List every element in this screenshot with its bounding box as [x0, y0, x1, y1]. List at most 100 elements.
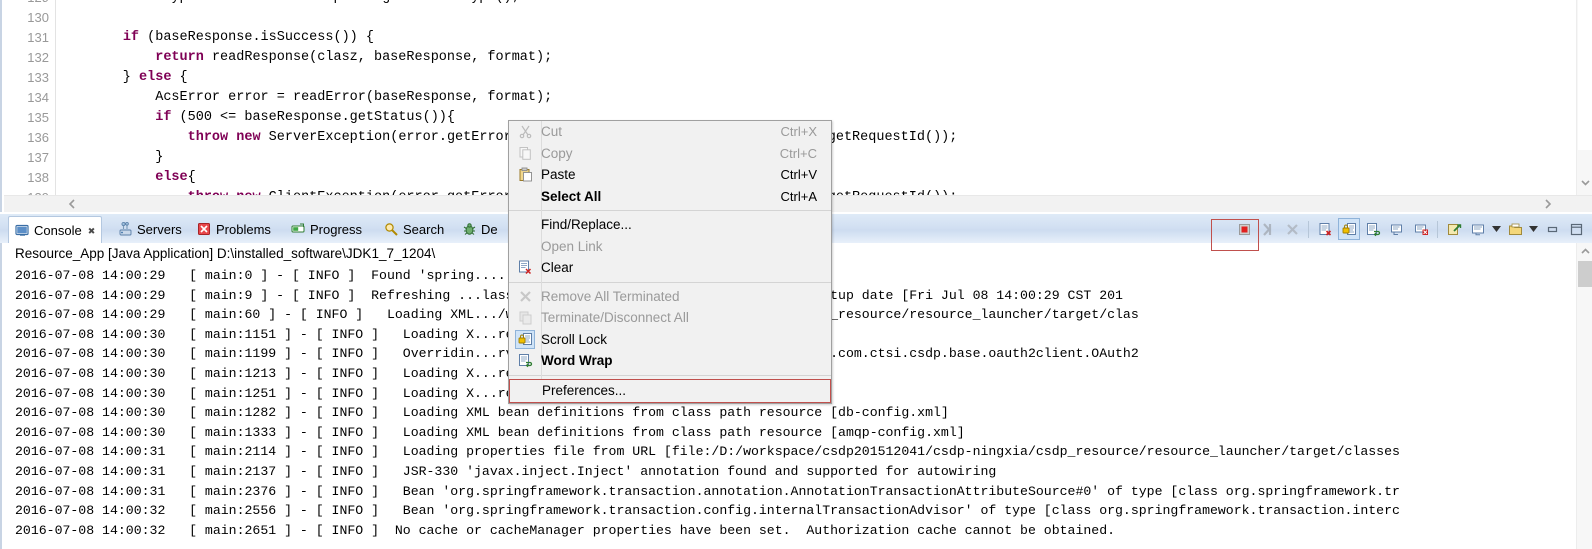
- console-vertical-scrollbar[interactable]: [1576, 243, 1592, 549]
- menu-item-label: Open Link: [541, 238, 603, 254]
- menu-item-copy[interactable]: Copy Ctrl+C: [509, 143, 831, 165]
- tab-label: Console: [34, 223, 82, 238]
- menu-item-clear[interactable]: Clear: [509, 257, 831, 279]
- terminate-button[interactable]: [1233, 218, 1255, 240]
- terminate-all-icon: [509, 307, 541, 329]
- tab-servers[interactable]: Servers: [112, 217, 188, 243]
- line-number: 130: [27, 10, 49, 25]
- chevron-up-icon[interactable]: [1580, 246, 1591, 257]
- minimize-button[interactable]: [1541, 218, 1563, 240]
- code-line[interactable]: AcsError error = readError(baseResponse,…: [58, 88, 552, 108]
- scroll-lock-icon: [515, 329, 535, 349]
- remove-all-terminated-button[interactable]: [1281, 218, 1303, 240]
- menu-item-accelerator: Ctrl+A: [780, 188, 817, 204]
- console-context-menu[interactable]: Cut Ctrl+X Copy Ctrl+C Paste Ctrl+V Select All…: [508, 120, 832, 404]
- tab-console[interactable]: Console ✖: [8, 216, 103, 245]
- menu-item-select-all[interactable]: Select All Ctrl+A: [509, 186, 831, 208]
- code-line[interactable]: if (baseResponse.isSuccess()) {: [58, 28, 374, 48]
- maximize-button[interactable]: [1565, 218, 1587, 240]
- menu-item-label: Select All: [541, 188, 602, 204]
- show-console-stderr-button[interactable]: [1410, 218, 1432, 240]
- chevron-left-icon[interactable]: [66, 197, 78, 211]
- close-icon[interactable]: ✖: [88, 218, 96, 245]
- menu-item-label: Scroll Lock: [541, 331, 608, 347]
- code-line[interactable]: return readResponse(clasz, baseResponse,…: [58, 48, 552, 68]
- tab-label: Problems: [216, 222, 271, 237]
- display-console-dropdown-icon[interactable]: [1490, 218, 1503, 240]
- line-number: 133: [27, 70, 49, 85]
- clear-console-button[interactable]: [1314, 218, 1336, 240]
- word-wrap-button[interactable]: [1362, 218, 1384, 240]
- console-vscroll-thumb[interactable]: [1578, 261, 1592, 287]
- tab-label: Search: [403, 222, 445, 237]
- console-log-line[interactable]: 2016-07-08 14:00:32 [ main:2556 ] - [ IN…: [15, 501, 1400, 521]
- toolbar-separator: [1308, 220, 1309, 238]
- tab-progress[interactable]: Progress: [285, 217, 368, 243]
- clear-icon: [509, 257, 541, 279]
- chevron-down-icon[interactable]: [1580, 177, 1591, 188]
- menu-item-remove-all-terminated[interactable]: Remove All Terminated: [509, 286, 831, 308]
- console-toolbar[interactable]: [1232, 216, 1588, 242]
- line-number: 134: [27, 90, 49, 105]
- line-number: 138: [27, 170, 49, 185]
- menu-item-label: Preferences...: [542, 382, 627, 398]
- paste-icon: [509, 164, 541, 186]
- pin-console-button[interactable]: [1443, 218, 1465, 240]
- progress-icon: [291, 220, 306, 235]
- tab-de[interactable]: De: [456, 217, 504, 243]
- open-console-dropdown-icon[interactable]: [1527, 218, 1540, 240]
- menu-item-scroll-lock[interactable]: Scroll Lock: [509, 329, 831, 351]
- editor-vscroll-thumb[interactable]: [1578, 0, 1592, 150]
- toolbar-separator: [1437, 220, 1438, 238]
- console-log-line[interactable]: 2016-07-08 14:00:31 [ main:2376 ] - [ IN…: [15, 482, 1400, 502]
- editor-vertical-scrollbar[interactable]: [1576, 0, 1592, 196]
- open-console-button[interactable]: [1504, 218, 1526, 240]
- code-line[interactable]: else{: [58, 168, 196, 188]
- menu-item-label: Terminate/Disconnect All: [541, 310, 689, 325]
- show-console-stdout-button[interactable]: [1386, 218, 1408, 240]
- menu-item-terminate-disconnect-all[interactable]: Terminate/Disconnect All: [509, 307, 831, 329]
- tab-search[interactable]: Search: [378, 217, 450, 243]
- console-log-line[interactable]: 2016-07-08 14:00:30 [ main:1282 ] - [ IN…: [15, 403, 949, 423]
- menu-item-preferences[interactable]: Preferences...: [509, 378, 831, 403]
- remove-launch-button[interactable]: [1257, 218, 1279, 240]
- menu-item-word-wrap[interactable]: Word Wrap: [509, 350, 831, 372]
- display-selected-console-button[interactable]: [1467, 218, 1489, 240]
- menu-item-label: Cut: [541, 124, 563, 139]
- tab-label: De: [481, 222, 498, 237]
- menu-item-label: Copy: [541, 145, 573, 161]
- tab-label: Progress: [310, 222, 363, 237]
- line-number-gutter: 129130131132133134135136137138139: [4, 0, 56, 205]
- menu-item-open-link[interactable]: Open Link: [509, 236, 831, 258]
- line-number: 136: [27, 130, 49, 145]
- code-line[interactable]: } else {: [58, 68, 188, 88]
- menu-item-label: Remove All Terminated: [541, 288, 680, 304]
- console-icon: [15, 220, 30, 236]
- console-log-line[interactable]: 2016-07-08 14:00:29 [ main:0 ] - [ INFO …: [15, 266, 521, 286]
- menu-item-cut[interactable]: Cut Ctrl+X: [509, 121, 831, 143]
- tab-problems[interactable]: Problems: [191, 217, 277, 243]
- menu-separator: [509, 374, 831, 376]
- console-log-line[interactable]: 2016-07-08 14:00:31 [ main:2137 ] - [ IN…: [15, 462, 996, 482]
- menu-item-icon-placeholder: [510, 380, 542, 402]
- code-line[interactable]: }: [58, 148, 163, 168]
- cut-icon: [509, 121, 541, 143]
- chevron-right-icon[interactable]: [1542, 197, 1554, 211]
- line-number: 129: [27, 0, 49, 8]
- line-number: 132: [27, 50, 49, 65]
- code-line[interactable]: MediaType format = baseResponse.getConte…: [58, 0, 520, 8]
- menu-item-icon-placeholder: [509, 214, 541, 236]
- console-log-line[interactable]: 2016-07-08 14:00:30 [ main:1333 ] - [ IN…: [15, 423, 965, 443]
- menu-item-icon-placeholder: [509, 186, 541, 208]
- menu-item-accelerator: Ctrl+V: [780, 167, 817, 182]
- menu-item-paste[interactable]: Paste Ctrl+V: [509, 164, 831, 186]
- menu-item-label: Paste: [541, 167, 576, 182]
- code-line[interactable]: if (500 <= baseResponse.getStatus()){: [58, 108, 455, 128]
- menu-item-label: Clear: [541, 260, 574, 275]
- menu-item-find-replace[interactable]: Find/Replace...: [509, 214, 831, 236]
- scroll-lock-button[interactable]: [1338, 218, 1360, 240]
- console-log-line[interactable]: 2016-07-08 14:00:32 [ main:2651 ] - [ IN…: [15, 521, 1115, 541]
- context-menu-items[interactable]: Cut Ctrl+X Copy Ctrl+C Paste Ctrl+V Select All…: [509, 121, 831, 403]
- menu-item-accelerator: Ctrl+X: [780, 124, 817, 139]
- console-log-line[interactable]: 2016-07-08 14:00:31 [ main:2114 ] - [ IN…: [15, 442, 1400, 462]
